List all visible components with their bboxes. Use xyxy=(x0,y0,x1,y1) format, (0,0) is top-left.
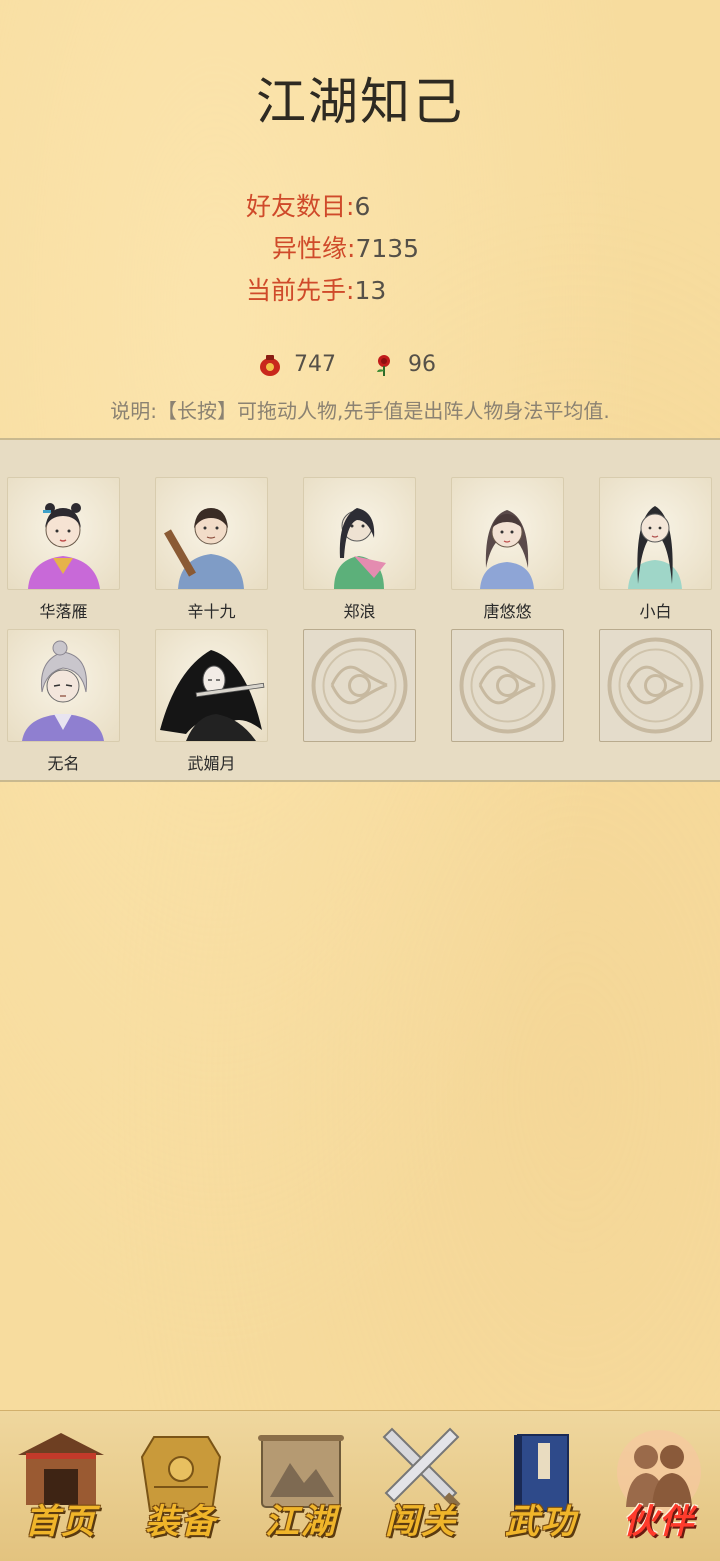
bottom-navigation: 首页 装备 江湖 闯关 武功 伙伴 xyxy=(0,1410,720,1561)
companion-name: 华落雁 xyxy=(39,602,88,621)
portrait-xiaobai[interactable] xyxy=(599,477,712,590)
stat-value: 13 xyxy=(354,276,387,305)
empty-slot-emblem-icon[interactable] xyxy=(599,629,712,742)
wine-resource: 747 xyxy=(258,352,336,377)
portrait-zheng-lang[interactable] xyxy=(303,477,416,590)
portrait-hua-luoyan[interactable] xyxy=(7,477,120,590)
nav-label: 闯关 xyxy=(385,1502,457,1542)
nav-home-button[interactable]: 首页 xyxy=(6,1423,116,1551)
empty-slot-emblem-icon[interactable] xyxy=(303,629,416,742)
portrait-wu-meiyue[interactable] xyxy=(155,629,268,742)
companion-name: 小白 xyxy=(639,602,672,621)
nav-challenge-button[interactable]: 闯关 xyxy=(366,1423,476,1551)
nav-label: 武功 xyxy=(505,1502,577,1542)
nav-label: 伙伴 xyxy=(623,1502,695,1542)
companion-slot[interactable]: 华落雁 xyxy=(7,477,120,621)
portrait-tang-youyou[interactable] xyxy=(451,477,564,590)
page-title: 江湖知己 xyxy=(256,73,464,131)
companion-slot[interactable]: 武媚月 xyxy=(155,629,268,773)
stat-opposite-sex-affinity: 异性缘:7135 xyxy=(272,234,420,263)
companion-slot[interactable]: 小白 xyxy=(599,477,712,621)
companion-slot[interactable]: 辛十九 xyxy=(155,477,268,621)
stat-initiative: 当前先手:13 xyxy=(246,276,387,305)
companion-panel: 华落雁 辛十九 郑浪 唐悠悠 小白 无名 武媚月 xyxy=(0,438,720,782)
empty-slot-emblem-icon[interactable] xyxy=(451,629,564,742)
portrait-wuming[interactable] xyxy=(7,629,120,742)
nav-martial-arts-button[interactable]: 武功 xyxy=(486,1423,596,1551)
companion-name: 唐悠悠 xyxy=(483,602,532,621)
empty-companion-slot[interactable] xyxy=(599,629,712,770)
stat-label: 当前先手 xyxy=(246,276,347,305)
companion-name: 郑浪 xyxy=(343,602,376,621)
stat-friend-count: 好友数目:6 xyxy=(246,192,371,221)
companion-name: 无名 xyxy=(47,754,80,773)
nav-companions-button[interactable]: 伙伴 xyxy=(604,1423,714,1551)
nav-label: 首页 xyxy=(25,1502,97,1542)
companion-slot[interactable]: 无名 xyxy=(7,629,120,773)
nav-jianghu-button[interactable]: 江湖 xyxy=(246,1423,356,1551)
rose-resource: 96 xyxy=(372,352,436,377)
stat-label: 好友数目 xyxy=(246,192,347,221)
rose-icon xyxy=(377,354,390,376)
instruction-note: 说明:【长按】可拖动人物,先手值是出阵人物身法平均值. xyxy=(110,399,610,423)
companion-name: 武媚月 xyxy=(187,754,236,773)
nav-label: 装备 xyxy=(145,1502,217,1542)
stat-value: 6 xyxy=(354,192,371,221)
stat-label: 异性缘 xyxy=(272,234,348,263)
companion-slot[interactable]: 唐悠悠 xyxy=(451,477,564,621)
portrait-xin-shijiu[interactable] xyxy=(155,477,268,590)
wine-jar-icon xyxy=(260,354,280,376)
companion-slot[interactable]: 郑浪 xyxy=(303,477,416,621)
companion-name: 辛十九 xyxy=(187,602,236,621)
wine-count: 747 xyxy=(294,352,336,377)
nav-label: 江湖 xyxy=(265,1502,337,1542)
rose-count: 96 xyxy=(408,352,436,377)
nav-equipment-button[interactable]: 装备 xyxy=(126,1423,236,1551)
empty-companion-slot[interactable] xyxy=(451,629,564,770)
stat-value: 7135 xyxy=(355,234,420,263)
empty-companion-slot[interactable] xyxy=(303,629,416,770)
